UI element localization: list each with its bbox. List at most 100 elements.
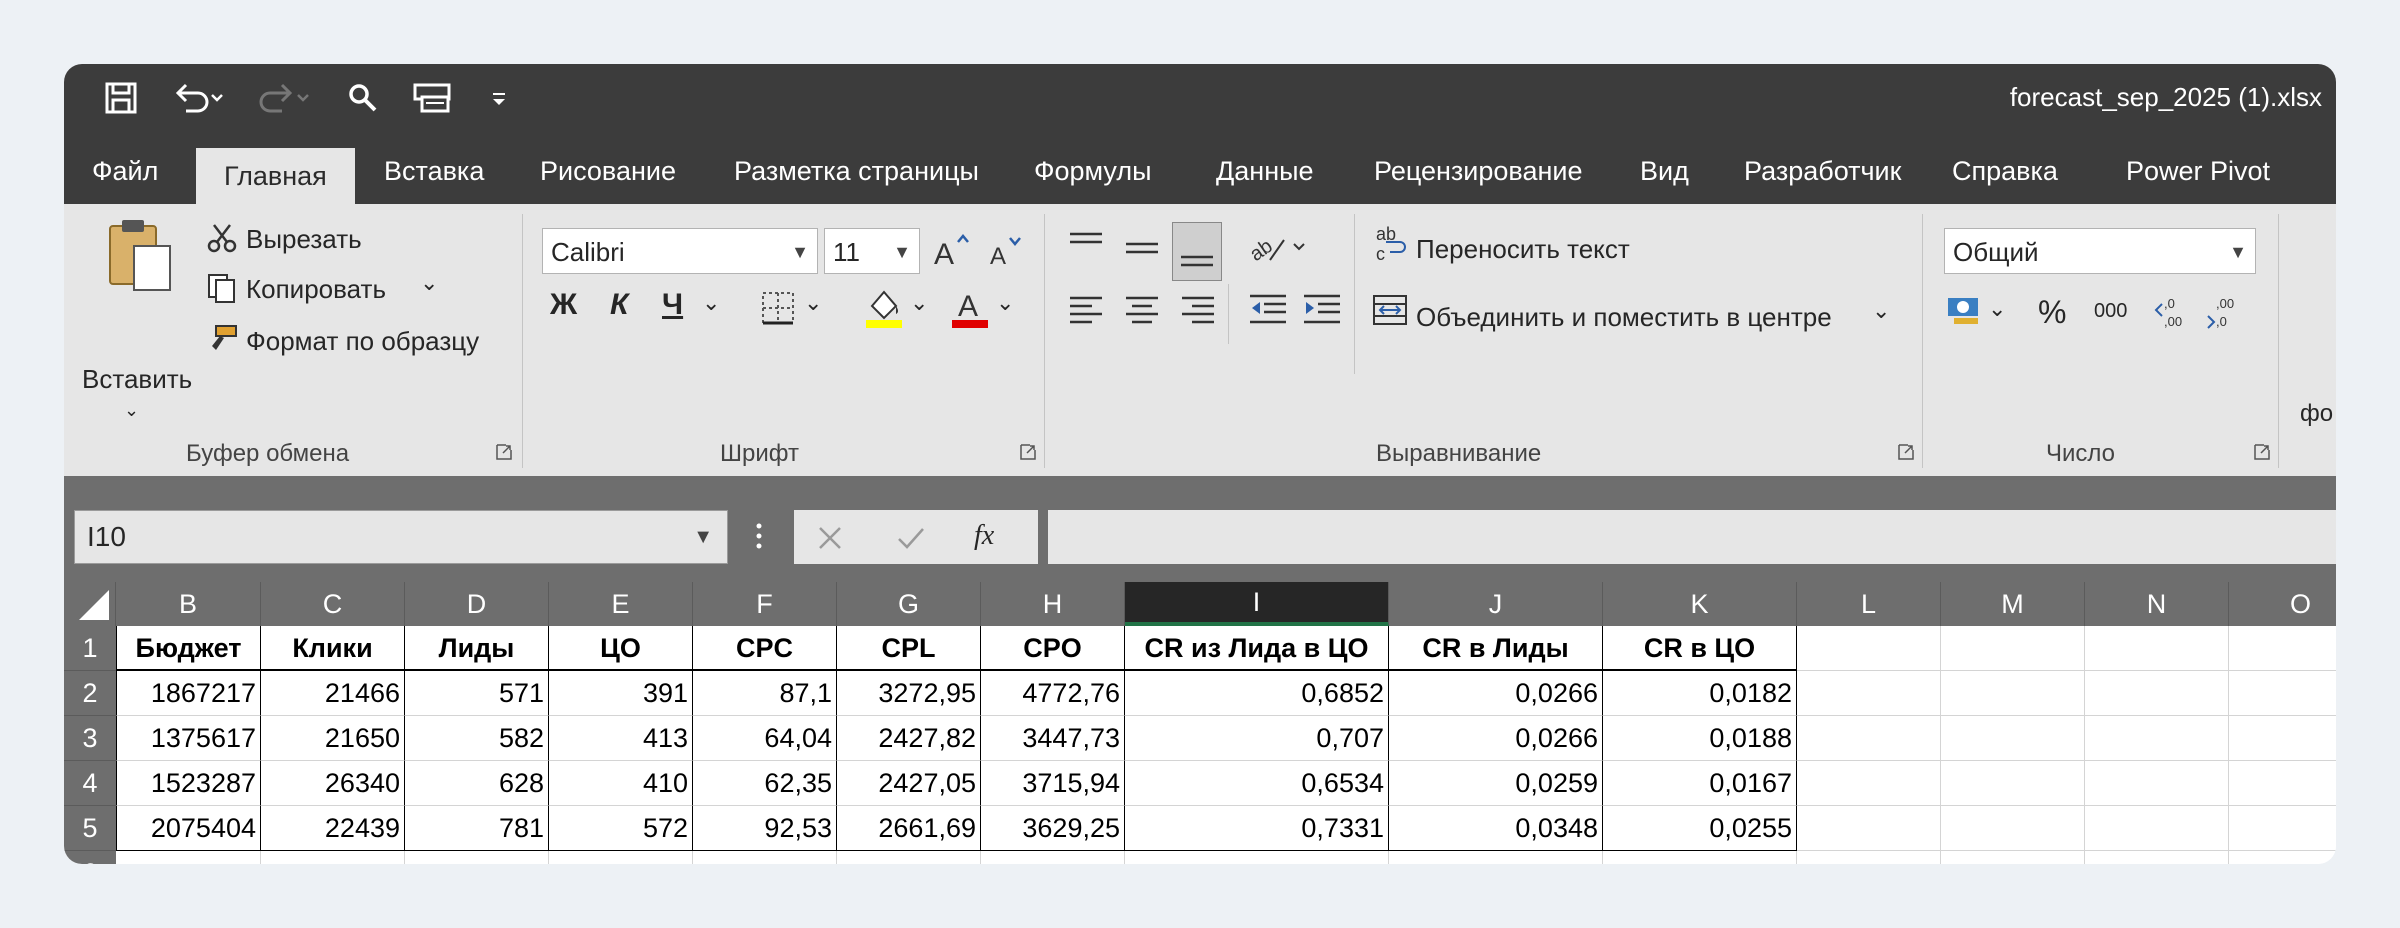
increase-decimal-icon[interactable]: ,0,00 [2154, 294, 2194, 335]
cancel-icon[interactable] [816, 524, 844, 557]
data-cell[interactable]: 628 [405, 761, 549, 806]
data-cell[interactable]: 582 [405, 716, 549, 761]
empty-cell[interactable] [1941, 851, 2085, 864]
data-cell[interactable]: 87,1 [693, 671, 837, 716]
thousands-separator-button[interactable]: 000 [2094, 300, 2127, 323]
increase-indent-icon[interactable] [1302, 292, 1342, 331]
paste-dropdown-icon[interactable]: ⌄ [124, 400, 139, 421]
column-header-o[interactable]: O [2229, 582, 2336, 626]
data-cell[interactable]: 4772,76 [981, 671, 1125, 716]
borders-dropdown-icon[interactable]: ⌄ [804, 290, 822, 316]
data-cell[interactable]: 410 [549, 761, 693, 806]
font-launcher-icon[interactable] [1020, 444, 1036, 460]
wrap-text-button[interactable]: Переносить текст [1416, 234, 1630, 265]
merge-center-button[interactable]: Объединить и поместить в центре [1416, 302, 1832, 333]
header-cell[interactable]: Бюджет [116, 626, 261, 671]
number-launcher-icon[interactable] [2254, 444, 2270, 460]
data-cell[interactable]: 0,7331 [1125, 806, 1389, 851]
data-cell[interactable]: 1375617 [116, 716, 261, 761]
fill-color-icon[interactable] [864, 286, 904, 335]
data-cell[interactable]: 391 [549, 671, 693, 716]
font-name-select[interactable]: Calibri ▼ [542, 228, 818, 274]
row-header-2[interactable]: 2 [64, 671, 116, 716]
font-size-select[interactable]: 11 ▼ [824, 228, 920, 274]
data-cell[interactable]: 0,0182 [1603, 671, 1797, 716]
data-cell[interactable]: 22439 [261, 806, 405, 851]
empty-cell[interactable] [2229, 806, 2336, 851]
data-cell[interactable]: 2075404 [116, 806, 261, 851]
header-cell[interactable]: CR в ЦО [1603, 626, 1797, 671]
tab-data[interactable]: Данные [1216, 138, 1314, 204]
row-header-6[interactable]: 6 [64, 851, 116, 864]
bold-button[interactable]: Ж [550, 288, 577, 322]
empty-cell[interactable] [2229, 851, 2336, 864]
formula-input[interactable] [1048, 510, 2336, 564]
tab-page-layout[interactable]: Разметка страницы [734, 138, 979, 204]
data-cell[interactable]: 0,6534 [1125, 761, 1389, 806]
font-color-dropdown-icon[interactable]: ⌄ [996, 290, 1014, 316]
data-cell[interactable]: 0,0167 [1603, 761, 1797, 806]
tab-developer[interactable]: Разработчик [1744, 138, 1901, 204]
column-header-l[interactable]: L [1797, 582, 1941, 626]
column-header-j[interactable]: J [1389, 582, 1603, 626]
data-cell[interactable]: 2661,69 [837, 806, 981, 851]
underline-button[interactable]: Ч [662, 288, 683, 322]
column-header-b[interactable]: B [116, 582, 261, 626]
align-left-icon[interactable] [1068, 294, 1104, 329]
undo-icon[interactable] [172, 76, 228, 120]
paste-button[interactable]: Вставить [82, 364, 192, 395]
column-header-i[interactable]: I [1125, 582, 1389, 626]
tab-help[interactable]: Справка [1952, 138, 2058, 204]
row-header-3[interactable]: 3 [64, 716, 116, 761]
alignment-launcher-icon[interactable] [1898, 444, 1914, 460]
header-cell[interactable]: CPL [837, 626, 981, 671]
empty-cell[interactable] [2085, 716, 2229, 761]
data-cell[interactable]: 3447,73 [981, 716, 1125, 761]
italic-button[interactable]: К [610, 288, 628, 322]
data-cell[interactable]: 2427,05 [837, 761, 981, 806]
empty-cell[interactable] [2085, 851, 2229, 864]
empty-cell[interactable] [837, 851, 981, 864]
data-cell[interactable]: 0,0266 [1389, 716, 1603, 761]
accounting-dropdown-icon[interactable]: ⌄ [1988, 296, 2006, 322]
empty-cell[interactable] [1797, 716, 1941, 761]
empty-cell[interactable] [549, 851, 693, 864]
empty-cell[interactable] [1941, 806, 2085, 851]
align-top-icon[interactable] [1068, 230, 1104, 265]
enter-icon[interactable] [896, 524, 926, 557]
empty-cell[interactable] [2085, 761, 2229, 806]
data-cell[interactable]: 781 [405, 806, 549, 851]
empty-cell[interactable] [1797, 761, 1941, 806]
header-cell[interactable]: CR в Лиды [1389, 626, 1603, 671]
decrease-font-size-icon[interactable]: A [988, 232, 1026, 277]
column-header-h[interactable]: H [981, 582, 1125, 626]
accounting-format-icon[interactable] [1946, 294, 1986, 333]
percent-button[interactable]: % [2038, 294, 2066, 331]
clipboard-launcher-icon[interactable] [496, 444, 512, 460]
column-header-f[interactable]: F [693, 582, 837, 626]
print-preview-icon[interactable] [412, 76, 452, 120]
copy-dropdown-icon[interactable]: ⌄ [420, 270, 438, 296]
empty-cell[interactable] [2085, 806, 2229, 851]
data-cell[interactable]: 3715,94 [981, 761, 1125, 806]
empty-cell[interactable] [2229, 626, 2336, 671]
data-cell[interactable]: 0,0266 [1389, 671, 1603, 716]
tab-file[interactable]: Файл [92, 138, 158, 204]
copy-button[interactable]: Копировать [246, 274, 386, 305]
format-painter-button[interactable]: Формат по образцу [246, 326, 479, 357]
column-header-k[interactable]: K [1603, 582, 1797, 626]
select-all-corner[interactable] [64, 582, 116, 626]
tab-power-pivot[interactable]: Power Pivot [2126, 138, 2270, 204]
empty-cell[interactable] [116, 851, 261, 864]
data-cell[interactable]: 2427,82 [837, 716, 981, 761]
empty-cell[interactable] [2085, 671, 2229, 716]
data-cell[interactable]: 3629,25 [981, 806, 1125, 851]
header-cell[interactable]: CPC [693, 626, 837, 671]
empty-cell[interactable] [2229, 671, 2336, 716]
save-icon[interactable] [104, 76, 138, 120]
data-cell[interactable]: 92,53 [693, 806, 837, 851]
data-cell[interactable]: 64,04 [693, 716, 837, 761]
empty-cell[interactable] [1797, 806, 1941, 851]
increase-font-size-icon[interactable]: A [932, 230, 970, 275]
empty-cell[interactable] [405, 851, 549, 864]
